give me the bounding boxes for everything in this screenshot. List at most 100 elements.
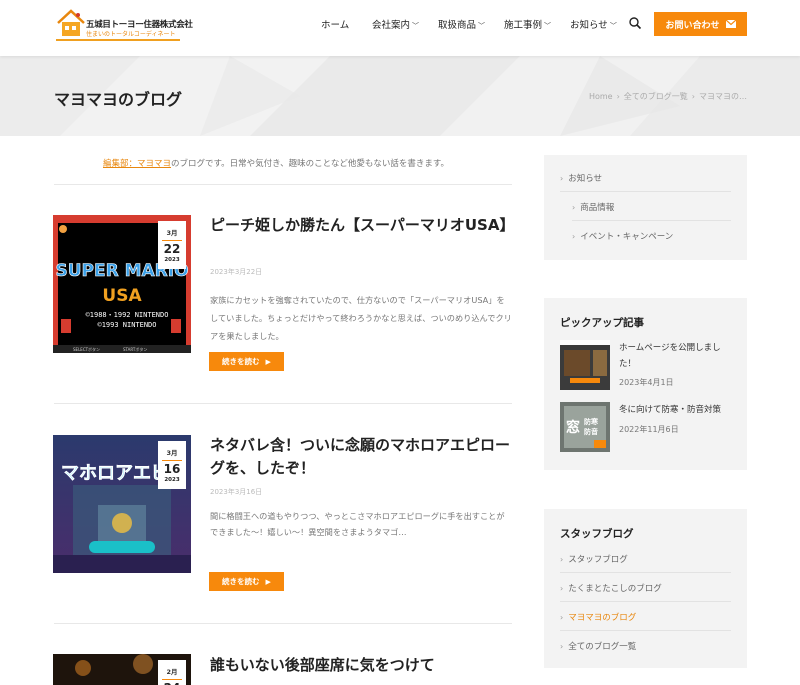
chevron-right-icon: › [572,203,576,212]
breadcrumb-home[interactable]: Home [589,92,613,101]
divider [560,601,731,602]
staff-blog-label: スタッフブログ [568,555,628,565]
pickup-widget: ピックアップ記事 ホームページを公開しました！ 2023年4月1日 窓 防寒 防… [544,298,747,470]
date-year: 2023 [164,477,180,483]
category-item-events[interactable]: › イベント・キャンペーン [572,230,673,242]
chevron-down-icon: ﹀ [544,22,552,30]
chevron-right-icon: › [572,232,576,241]
logo-underline [56,39,180,41]
pickup-date: 2022年11月6日 [619,425,679,434]
date-month: 3月 [166,449,178,457]
divider [560,191,731,192]
nav-company-label: 会社案内 [372,20,411,31]
pickup-thumbnail[interactable] [560,340,610,390]
mario-start-text: STARTボタン [123,346,147,352]
date-day: 22 [162,240,182,256]
intro-text: のブログです。日常や気付き、趣味のことなど他愛もない話を書きます。 [171,159,449,169]
staff-blog-link-current[interactable]: › マヨマヨのブログ [560,611,636,623]
mail-icon [725,20,736,28]
date-badge: 2月 24 [158,660,186,685]
post-title[interactable]: 誰もいない後部座席に気をつけて [210,654,510,677]
nav-home[interactable]: ホーム [321,17,349,31]
nav-works[interactable]: 施工事例 ﹀ [504,17,551,31]
pickup-widget-title: ピックアップ記事 [560,317,644,329]
nav-products[interactable]: 取扱商品 ﹀ [438,17,485,31]
site-logo[interactable]: 五城目トーヨー住器株式会社 住まいのトータルコーディネート [56,8,193,42]
nav-news[interactable]: お知らせ ﹀ [570,17,617,31]
breadcrumb: Home › 全てのブログ一覧 › マヨマヨの… [589,91,747,102]
company-tagline: 住まいのトータルコーディネート [86,31,176,38]
category-label: お知らせ [568,174,603,184]
category-label: イベント・キャンペーン [580,232,674,242]
post-title[interactable]: ピーチ姫しか勝たん【スーパーマリオUSA】 [210,214,514,237]
search-icon[interactable] [628,16,642,30]
date-day: 16 [162,460,182,476]
pickup-date: 2023年4月1日 [619,378,674,387]
chevron-down-icon: ﹀ [609,22,617,30]
date-badge: 3月 22 2023 [158,221,186,269]
chevron-right-icon: ▶ [265,577,271,586]
nav-company[interactable]: 会社案内 ﹀ [372,17,419,31]
pickup-title[interactable]: 冬に向けて防寒・防音対策 [619,402,734,418]
date-badge: 3月 16 2023 [158,441,186,489]
nav-news-label: お知らせ [570,20,608,31]
post-excerpt: 家族にカセットを強奪されていたので、仕方ないので「スーパーマリオUSA」をしてい… [210,295,512,341]
chevron-right-icon: ▶ [265,357,271,366]
chevron-right-icon: › [560,555,564,564]
chevron-down-icon: ﹀ [478,22,486,30]
mario-copyright-2: ©1993 NINTENDO [97,321,156,329]
divider [54,623,512,624]
staff-blog-label: たくまとたこしのブログ [568,584,662,594]
contact-button[interactable]: お問い合わせ [654,12,747,36]
divider [54,403,512,404]
staff-blog-link[interactable]: › 全てのブログ一覧 [560,640,636,652]
date-day: 24 [162,679,182,685]
contact-button-label: お問い合わせ [665,20,720,31]
mario-copyright-1: ©1988・1992 NINTENDO [86,311,169,319]
page-title: マヨマヨのブログ [54,90,183,109]
nav-works-label: 施工事例 [504,20,543,31]
divider [560,630,731,631]
window-insulation-thumbnail: 窓 防寒 防音 [560,402,610,452]
nav-products-label: 取扱商品 [438,20,477,31]
read-more-button[interactable]: 続きを読む ▶ [209,572,284,591]
date-month: 3月 [166,229,178,237]
nav-home-label: ホーム [321,20,350,31]
mario-select-text: SELECTボタン [73,346,100,352]
staff-blog-label: マヨマヨのブログ [568,613,637,623]
read-more-label: 続きを読む [222,577,260,586]
breadcrumb-current: マヨマヨの… [699,92,747,101]
house-logo-icon [57,9,85,36]
category-widget: › お知らせ › 商品情報 › イベント・キャンペーン [544,155,747,260]
pickup-thumbnail[interactable]: 窓 防寒 防音 [560,402,610,452]
editor-link[interactable]: 編集部：マヨマヨ [103,159,171,169]
chevron-down-icon: ﹀ [412,22,420,30]
pickup-thumb-text-3: 防音 [584,427,598,436]
category-item-news[interactable]: › お知らせ [560,172,602,184]
post-title[interactable]: ネタバレ含！ついに念願のマホロアエピローグを、したぞ！ [210,434,510,480]
breadcrumb-separator-icon: › [616,92,620,101]
pickup-thumb-text-2: 防寒 [584,417,599,426]
staff-blog-widget: スタッフブログ › スタッフブログ › たくまとたこしのブログ › マヨマヨのブログ … [544,509,747,668]
mario-logo-usa: USA [102,286,142,306]
pickup-thumb-text-1: 窓 [566,419,580,436]
chevron-right-icon: › [560,642,564,651]
breadcrumb-separator-icon: › [691,92,695,101]
post-date: 2023年3月16日 [210,488,263,496]
chevron-right-icon: › [560,174,564,183]
staff-blog-link[interactable]: › たくまとたこしのブログ [560,582,662,594]
date-month: 2月 [166,668,178,676]
breadcrumb-all-blogs[interactable]: 全てのブログ一覧 [624,92,688,101]
staff-blog-link[interactable]: › スタッフブログ [560,553,628,565]
category-item-products[interactable]: › 商品情報 [572,201,614,213]
staff-blog-label: 全てのブログ一覧 [568,642,637,652]
read-more-label: 続きを読む [222,357,260,366]
divider [572,220,731,221]
divider [54,184,512,185]
chevron-right-icon: › [560,613,564,622]
page-title-band: マヨマヨのブログ Home › 全てのブログ一覧 › マヨマヨの… [0,56,800,136]
read-more-button[interactable]: 続きを読む ▶ [209,352,284,371]
mahoroa-logo-text: マホロアエピ [61,463,169,484]
post-excerpt: 間に格闘王への道もやりつつ、やっとこさマホロアエピローグに手を出すことができまし… [210,511,505,537]
pickup-title[interactable]: ホームページを公開しました！ [619,340,734,372]
